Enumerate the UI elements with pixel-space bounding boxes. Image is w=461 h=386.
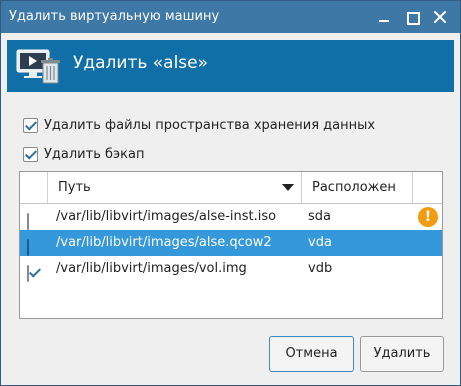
delete-vm-dialog: Удалить виртуальную машину Удалить «alse…: [0, 0, 461, 386]
row-target: sda: [308, 209, 331, 224]
close-icon[interactable]: [431, 8, 449, 26]
sort-down-icon: [282, 184, 294, 191]
delete-storage-option[interactable]: Удалить файлы пространства хранения данн…: [23, 115, 375, 135]
row-checkbox[interactable]: [27, 213, 29, 230]
delete-storage-label: Удалить файлы пространства хранения данн…: [44, 117, 376, 133]
column-header-check[interactable]: [20, 172, 48, 203]
row-path: /var/lib/libvirt/images/alse-inst.iso: [56, 209, 277, 224]
table-row[interactable]: /var/lib/libvirt/images/alse.qcow2 vda: [20, 230, 442, 256]
dialog-title: Удалить «alse»: [73, 53, 209, 73]
table-row[interactable]: /var/lib/libvirt/images/vol.img vdb: [20, 256, 442, 282]
maximize-icon[interactable]: [403, 8, 421, 26]
table-row[interactable]: /var/lib/libvirt/images/alse-inst.iso sd…: [20, 204, 442, 230]
warning-icon: !: [418, 207, 438, 227]
delete-storage-checkbox[interactable]: [23, 117, 38, 133]
row-status: !: [418, 207, 438, 227]
row-path: /var/lib/libvirt/images/alse.qcow2: [56, 235, 272, 250]
storage-table: Путь Расположен /var/lib/libvirt/images/…: [19, 171, 443, 319]
row-checkbox-cell[interactable]: [27, 209, 29, 230]
row-path: /var/lib/libvirt/images/vol.img: [56, 261, 247, 276]
cancel-button[interactable]: Отмена: [269, 336, 354, 372]
row-checkbox[interactable]: [27, 265, 29, 282]
dialog-header: Удалить «alse»: [7, 40, 454, 92]
row-target: vdb: [308, 261, 333, 276]
delete-backup-checkbox[interactable]: [23, 146, 38, 162]
column-header-target-label: Расположен: [312, 180, 396, 195]
row-target: vda: [308, 235, 332, 250]
column-header-status[interactable]: [413, 172, 442, 203]
minimize-icon[interactable]: [375, 8, 393, 26]
delete-button[interactable]: Удалить: [360, 336, 444, 372]
column-header-target[interactable]: Расположен: [302, 172, 413, 203]
column-header-path[interactable]: Путь: [48, 172, 302, 203]
title-bar: Удалить виртуальную машину: [1, 1, 460, 33]
vm-delete-icon: [15, 46, 61, 86]
delete-backup-option[interactable]: Удалить бэкап: [23, 144, 144, 164]
row-checkbox-cell[interactable]: [27, 235, 29, 256]
table-header: Путь Расположен: [20, 172, 442, 204]
delete-backup-label: Удалить бэкап: [44, 146, 145, 162]
column-header-path-label: Путь: [58, 180, 91, 195]
row-checkbox[interactable]: [27, 239, 29, 256]
window-title: Удалить виртуальную машину: [9, 9, 220, 24]
row-checkbox-cell[interactable]: [27, 261, 29, 282]
